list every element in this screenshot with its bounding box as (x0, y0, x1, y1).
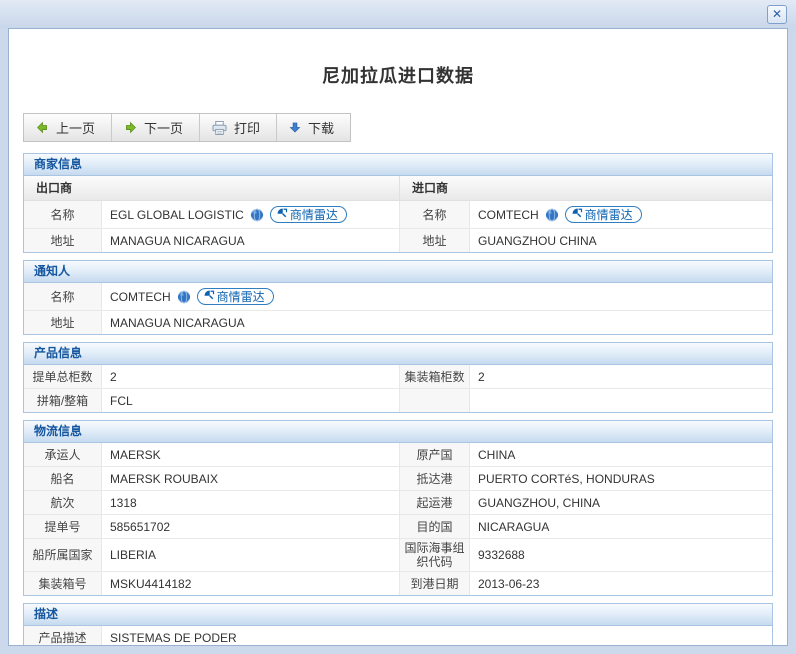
field-value: MAERSK ROUBAIX (102, 467, 400, 490)
field-label (400, 389, 470, 412)
field-value: NICARAGUA (470, 515, 772, 538)
section-product-header: 产品信息 (24, 343, 772, 365)
section-product: 产品信息 提单总柜数 2 集装箱柜数 2 拼箱/整箱 FCL (23, 342, 773, 413)
field-label: 提单总柜数 (24, 365, 102, 388)
field-label: 国际海事组织代码 (400, 539, 470, 571)
exporter-name-cell: EGL GLOBAL LOGISTIC 商情雷达 (102, 201, 400, 228)
table-row: 名称 EGL GLOBAL LOGISTIC 商情雷达 名称 COMTECH (24, 201, 772, 228)
field-label: 起运港 (400, 491, 470, 514)
page-title: 尼加拉瓜进口数据 (9, 62, 787, 88)
arrow-right-icon (124, 121, 137, 134)
table-row: 船名 MAERSK ROUBAIX 抵达港 PUERTO CORTéS, HON… (24, 466, 772, 490)
radar-icon (203, 289, 215, 304)
section-logistics-header: 物流信息 (24, 421, 772, 443)
notify-name-cell: COMTECH 商情雷达 (102, 283, 772, 310)
field-label: 地址 (24, 311, 102, 334)
field-label: 名称 (24, 201, 102, 228)
field-value: CHINA (470, 443, 772, 466)
table-row: 提单号 585651702 目的国 NICARAGUA (24, 514, 772, 538)
section-logistics: 物流信息 承运人 MAERSK 原产国 CHINA 船名 MAERSK ROUB… (23, 420, 773, 596)
exporter-address: MANAGUA NICARAGUA (102, 229, 400, 252)
field-label: 名称 (400, 201, 470, 228)
table-row: 地址 MANAGUA NICARAGUA (24, 310, 772, 334)
table-row: 船所属国家 LIBERIA 国际海事组织代码 9332688 (24, 538, 772, 571)
globe-icon[interactable] (545, 208, 559, 222)
importer-header: 进口商 (400, 176, 772, 200)
product-description: SISTEMAS DE PODER (102, 626, 772, 646)
table-row: 名称 COMTECH 商情雷达 (24, 283, 772, 310)
table-row: 承运人 MAERSK 原产国 CHINA (24, 443, 772, 466)
field-label: 船所属国家 (24, 539, 102, 571)
radar-icon (571, 207, 583, 222)
field-value: LIBERIA (102, 539, 400, 571)
field-label: 集装箱柜数 (400, 365, 470, 388)
field-value: 2013-06-23 (470, 572, 772, 595)
field-label: 抵达港 (400, 467, 470, 490)
merchant-subheader: 出口商 进口商 (24, 176, 772, 201)
table-row: 提单总柜数 2 集装箱柜数 2 (24, 365, 772, 388)
close-icon[interactable]: ✕ (767, 5, 787, 24)
section-merchant-header: 商家信息 (24, 154, 772, 176)
section-description-header: 描述 (24, 604, 772, 626)
dialog-titlebar (0, 0, 796, 28)
importer-name-cell: COMTECH 商情雷达 (470, 201, 772, 228)
printer-icon (212, 121, 227, 135)
radar-badge-importer[interactable]: 商情雷达 (565, 206, 642, 223)
field-value: 2 (102, 365, 400, 388)
radar-badge-notify[interactable]: 商情雷达 (197, 288, 274, 305)
field-label: 原产国 (400, 443, 470, 466)
field-value: 9332688 (470, 539, 772, 571)
exporter-header: 出口商 (24, 176, 400, 200)
table-row: 产品描述 SISTEMAS DE PODER (24, 626, 772, 646)
table-row: 拼箱/整箱 FCL (24, 388, 772, 412)
radar-icon (276, 207, 288, 222)
field-value: 585651702 (102, 515, 400, 538)
notify-address: MANAGUA NICARAGUA (102, 311, 772, 334)
field-label: 承运人 (24, 443, 102, 466)
field-label: 提单号 (24, 515, 102, 538)
next-page-button[interactable]: 下一页 (112, 114, 200, 141)
prev-page-button[interactable]: 上一页 (24, 114, 112, 141)
table-row: 集装箱号 MSKU4414182 到港日期 2013-06-23 (24, 571, 772, 595)
arrow-down-icon (289, 121, 301, 134)
table-row: 地址 MANAGUA NICARAGUA 地址 GUANGZHOU CHINA (24, 228, 772, 252)
field-label: 目的国 (400, 515, 470, 538)
importer-address: GUANGZHOU CHINA (470, 229, 772, 252)
field-label: 地址 (400, 229, 470, 252)
section-notify-header: 通知人 (24, 261, 772, 283)
section-merchant: 商家信息 出口商 进口商 名称 EGL GLOBAL LOGISTIC 商情雷达… (23, 153, 773, 253)
field-value: PUERTO CORTéS, HONDURAS (470, 467, 772, 490)
field-label: 航次 (24, 491, 102, 514)
section-description: 描述 产品描述 SISTEMAS DE PODER (23, 603, 773, 646)
field-value: FCL (102, 389, 400, 412)
globe-icon[interactable] (177, 290, 191, 304)
dialog-panel: 尼加拉瓜进口数据 上一页 下一页 打印 (8, 28, 788, 646)
field-value: MAERSK (102, 443, 400, 466)
table-row: 航次 1318 起运港 GUANGZHOU, CHINA (24, 490, 772, 514)
globe-icon[interactable] (250, 208, 264, 222)
field-label: 船名 (24, 467, 102, 490)
exporter-name: EGL GLOBAL LOGISTIC (110, 208, 244, 222)
field-value (470, 389, 772, 412)
notify-name: COMTECH (110, 290, 171, 304)
print-button[interactable]: 打印 (200, 114, 277, 141)
download-button[interactable]: 下载 (277, 114, 350, 141)
arrow-left-icon (36, 121, 49, 134)
field-label: 名称 (24, 283, 102, 310)
field-label: 集装箱号 (24, 572, 102, 595)
radar-badge-exporter[interactable]: 商情雷达 (270, 206, 347, 223)
section-notify: 通知人 名称 COMTECH 商情雷达 地址 MANAGUA NICARAGUA (23, 260, 773, 335)
field-label: 地址 (24, 229, 102, 252)
field-value: 2 (470, 365, 772, 388)
field-label: 产品描述 (24, 626, 102, 646)
field-value: 1318 (102, 491, 400, 514)
toolbar: 上一页 下一页 打印 下载 (23, 113, 351, 142)
field-value: GUANGZHOU, CHINA (470, 491, 772, 514)
field-label: 拼箱/整箱 (24, 389, 102, 412)
field-value: MSKU4414182 (102, 572, 400, 595)
importer-name: COMTECH (478, 208, 539, 222)
field-label: 到港日期 (400, 572, 470, 595)
